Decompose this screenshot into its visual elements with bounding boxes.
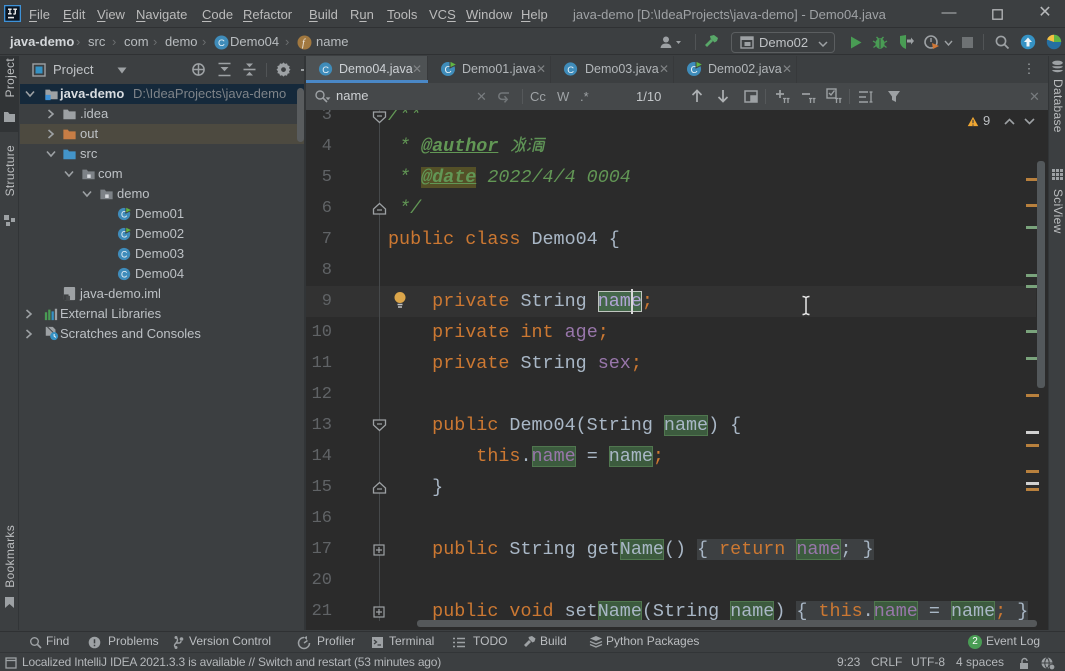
svg-text:C: C bbox=[322, 64, 329, 75]
svg-text:C: C bbox=[567, 64, 574, 75]
svg-text:C: C bbox=[218, 38, 225, 49]
svg-text:C: C bbox=[121, 270, 127, 280]
svg-text:C: C bbox=[121, 250, 127, 260]
